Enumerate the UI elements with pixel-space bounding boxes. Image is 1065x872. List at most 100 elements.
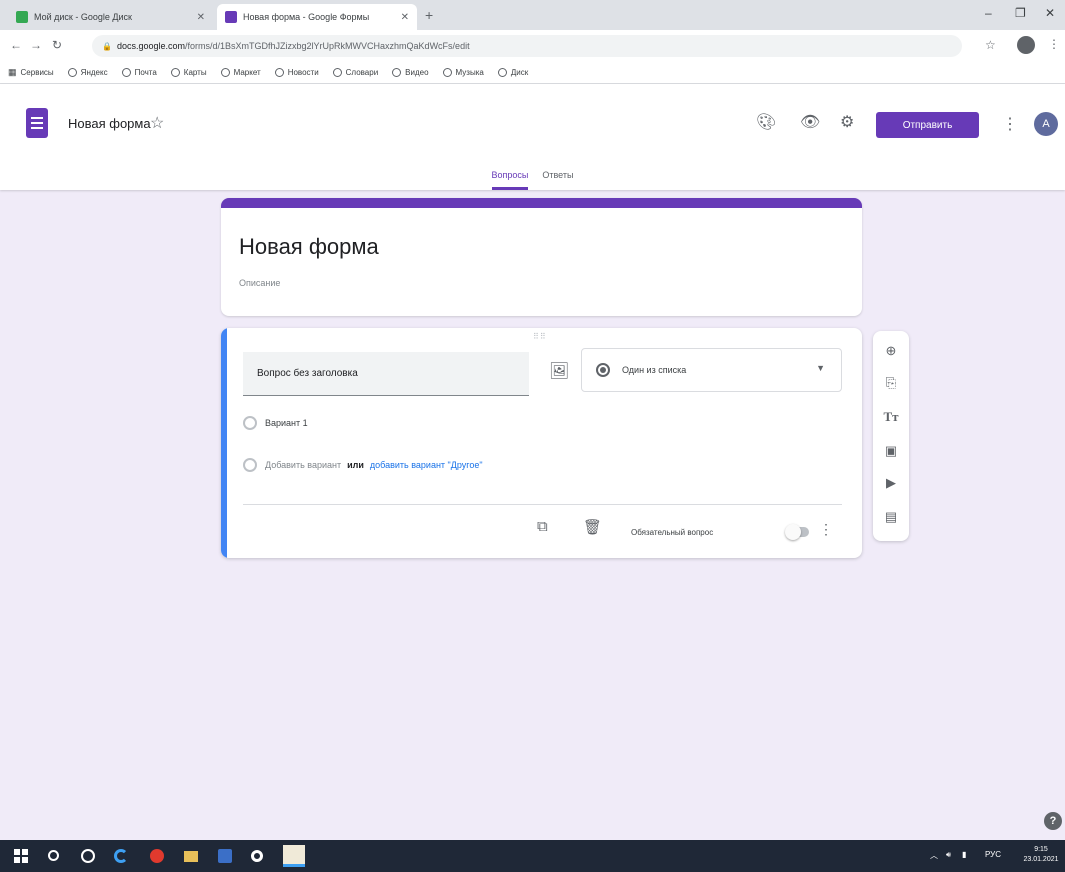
tab-responses[interactable]: Ответы	[542, 160, 573, 190]
question-more-icon[interactable]: ⋮	[819, 521, 833, 538]
radio-icon	[243, 416, 257, 430]
volume-icon[interactable]: 🔊︎	[946, 850, 951, 860]
dropdown-caret-icon: ▼	[816, 363, 825, 373]
delete-trash-icon[interactable]: 🗑︎	[583, 518, 602, 536]
add-image-icon[interactable]: 🖼︎	[549, 361, 569, 381]
globe-icon	[332, 68, 342, 77]
url-domain: docs.google.com	[116, 41, 186, 51]
clock-date: 23.01.2021	[1023, 856, 1059, 863]
task-view-icon[interactable]	[81, 849, 95, 863]
form-tabs: Вопросы Ответы	[0, 160, 1065, 190]
close-window-button[interactable]: ✕	[1045, 6, 1055, 20]
close-tab-icon[interactable]: ✕	[197, 12, 205, 23]
browser-menu-icon[interactable]: ⋮	[1048, 37, 1060, 51]
add-section-icon[interactable]: ▤	[873, 509, 909, 525]
globe-icon	[170, 68, 180, 77]
forms-logo-icon[interactable]	[26, 108, 48, 138]
import-questions-icon[interactable]: ⎘	[873, 375, 909, 391]
url-path: /forms/d/1BsXmTGDfhJZizxbg2lYrUpRkMWVCHa…	[185, 41, 470, 51]
question-type-dropdown[interactable]: Один из списка ▼	[581, 348, 842, 392]
radio-selected-icon	[596, 363, 610, 377]
more-options-icon[interactable]: ⋮	[1002, 114, 1018, 134]
bookmark-item[interactable]: Почта	[121, 68, 157, 77]
forward-icon[interactable]: →	[30, 38, 42, 52]
clock-time: 9:15	[1034, 846, 1048, 853]
search-icon[interactable]	[48, 850, 59, 861]
preview-eye-icon[interactable]: 👁︎	[800, 112, 820, 132]
required-label: Обязательный вопрос	[631, 528, 714, 537]
app-icon[interactable]	[283, 845, 305, 867]
bookmark-item[interactable]: Карты	[170, 68, 207, 77]
tray-chevron-icon[interactable]: ︿	[930, 850, 938, 861]
bookmark-item[interactable]: Видео	[392, 68, 429, 77]
radio-icon	[243, 458, 257, 472]
apps-grid-icon: ▦	[8, 67, 17, 77]
add-other-link[interactable]: добавить вариант "Другое"	[370, 460, 483, 470]
minimize-button[interactable]: –	[985, 6, 992, 20]
yandex-browser-icon[interactable]	[150, 849, 164, 863]
send-button[interactable]: Отправить	[876, 112, 979, 138]
globe-icon	[442, 68, 452, 77]
drive-favicon-icon	[16, 11, 28, 23]
bookmark-item[interactable]: Словари	[332, 68, 378, 77]
bookmark-star-icon[interactable]: ☆	[985, 38, 996, 52]
word-icon[interactable]	[218, 849, 232, 863]
browser-tab-bar: Мой диск - Google Диск ✕ Новая форма - G…	[0, 0, 1065, 30]
address-bar-row: ← → ↻ 🔒 docs.google.com /forms/d/1BsXmTG…	[0, 30, 1065, 62]
forms-favicon-icon	[225, 11, 237, 23]
settings-icon[interactable]	[251, 850, 263, 862]
option-1-input[interactable]: Вариант 1	[265, 418, 308, 428]
form-title-card[interactable]: Новая форма Описание	[221, 198, 862, 316]
file-explorer-icon[interactable]	[184, 851, 198, 862]
option-row: Вариант 1	[243, 416, 308, 430]
close-tab-icon[interactable]: ✕	[401, 12, 409, 23]
star-icon[interactable]: ☆	[150, 113, 164, 133]
back-icon[interactable]: ←	[10, 38, 22, 52]
tab-questions[interactable]: Вопросы	[491, 160, 529, 190]
bookmarks-bar: ▦ Сервисы Яндекс Почта Карты Маркет Новос…	[0, 62, 1065, 84]
reload-icon[interactable]: ↻	[52, 38, 62, 52]
question-footer-divider	[243, 504, 842, 505]
settings-gear-icon[interactable]: ⚙	[840, 112, 854, 132]
form-description-field[interactable]: Описание	[239, 278, 280, 288]
browser-tab-drive[interactable]: Мой диск - Google Диск ✕	[8, 4, 213, 30]
add-title-icon[interactable]: Tт	[873, 409, 909, 425]
browser-tab-forms[interactable]: Новая форма - Google Формы ✕	[217, 4, 417, 30]
taskbar-clock[interactable]: 9:15 23.01.2021	[1020, 845, 1062, 865]
lock-icon: 🔒	[102, 41, 112, 51]
bookmark-item[interactable]: Яндекс	[67, 68, 108, 77]
add-option-link[interactable]: Добавить вариант	[265, 460, 341, 470]
bookmark-item[interactable]: Музыка	[442, 68, 484, 77]
globe-icon	[220, 68, 230, 77]
bookmark-item[interactable]: Диск	[497, 68, 528, 77]
edge-browser-icon[interactable]	[114, 849, 128, 863]
url-field[interactable]: 🔒 docs.google.com /forms/d/1BsXmTGDfhJZi…	[92, 35, 962, 57]
form-title[interactable]: Новая форма	[239, 234, 379, 260]
windows-start-icon[interactable]	[14, 849, 28, 863]
new-tab-button[interactable]: +	[425, 7, 433, 23]
network-icon[interactable]: ▮	[962, 850, 966, 859]
browser-profile-icon[interactable]	[1017, 36, 1035, 54]
bookmark-item[interactable]: Маркет	[220, 68, 261, 77]
globe-icon	[121, 68, 131, 77]
help-icon[interactable]: ?	[1044, 812, 1062, 830]
maximize-button[interactable]: ❐	[1015, 6, 1026, 20]
add-video-icon[interactable]: ▶	[873, 475, 909, 491]
required-toggle[interactable]	[785, 524, 809, 540]
add-option-row: Добавить вариант или добавить вариант "Д…	[243, 458, 483, 472]
duplicate-icon[interactable]: ⧉	[537, 518, 548, 535]
add-image-icon[interactable]: ▣	[873, 443, 909, 459]
bookmark-item[interactable]: Новости	[274, 68, 319, 77]
globe-icon	[392, 68, 402, 77]
language-indicator[interactable]: РУС	[985, 850, 1001, 859]
question-title-input[interactable]: Вопрос без заголовка	[243, 352, 529, 396]
question-card[interactable]: ⠿⠿ Вопрос без заголовка 🖼︎ Один из списк…	[221, 328, 862, 558]
avatar[interactable]: A	[1034, 112, 1058, 136]
doc-title[interactable]: Новая форма	[68, 116, 151, 131]
question-type-label: Один из списка	[622, 365, 687, 375]
side-toolbar: ⊕ ⎘ Tт ▣ ▶ ▤	[873, 331, 909, 541]
add-question-icon[interactable]: ⊕	[873, 343, 909, 359]
drag-handle-icon[interactable]: ⠿⠿	[533, 332, 547, 341]
bookmark-services[interactable]: ▦ Сервисы	[8, 67, 54, 78]
palette-icon[interactable]: 🎨︎	[756, 112, 776, 132]
